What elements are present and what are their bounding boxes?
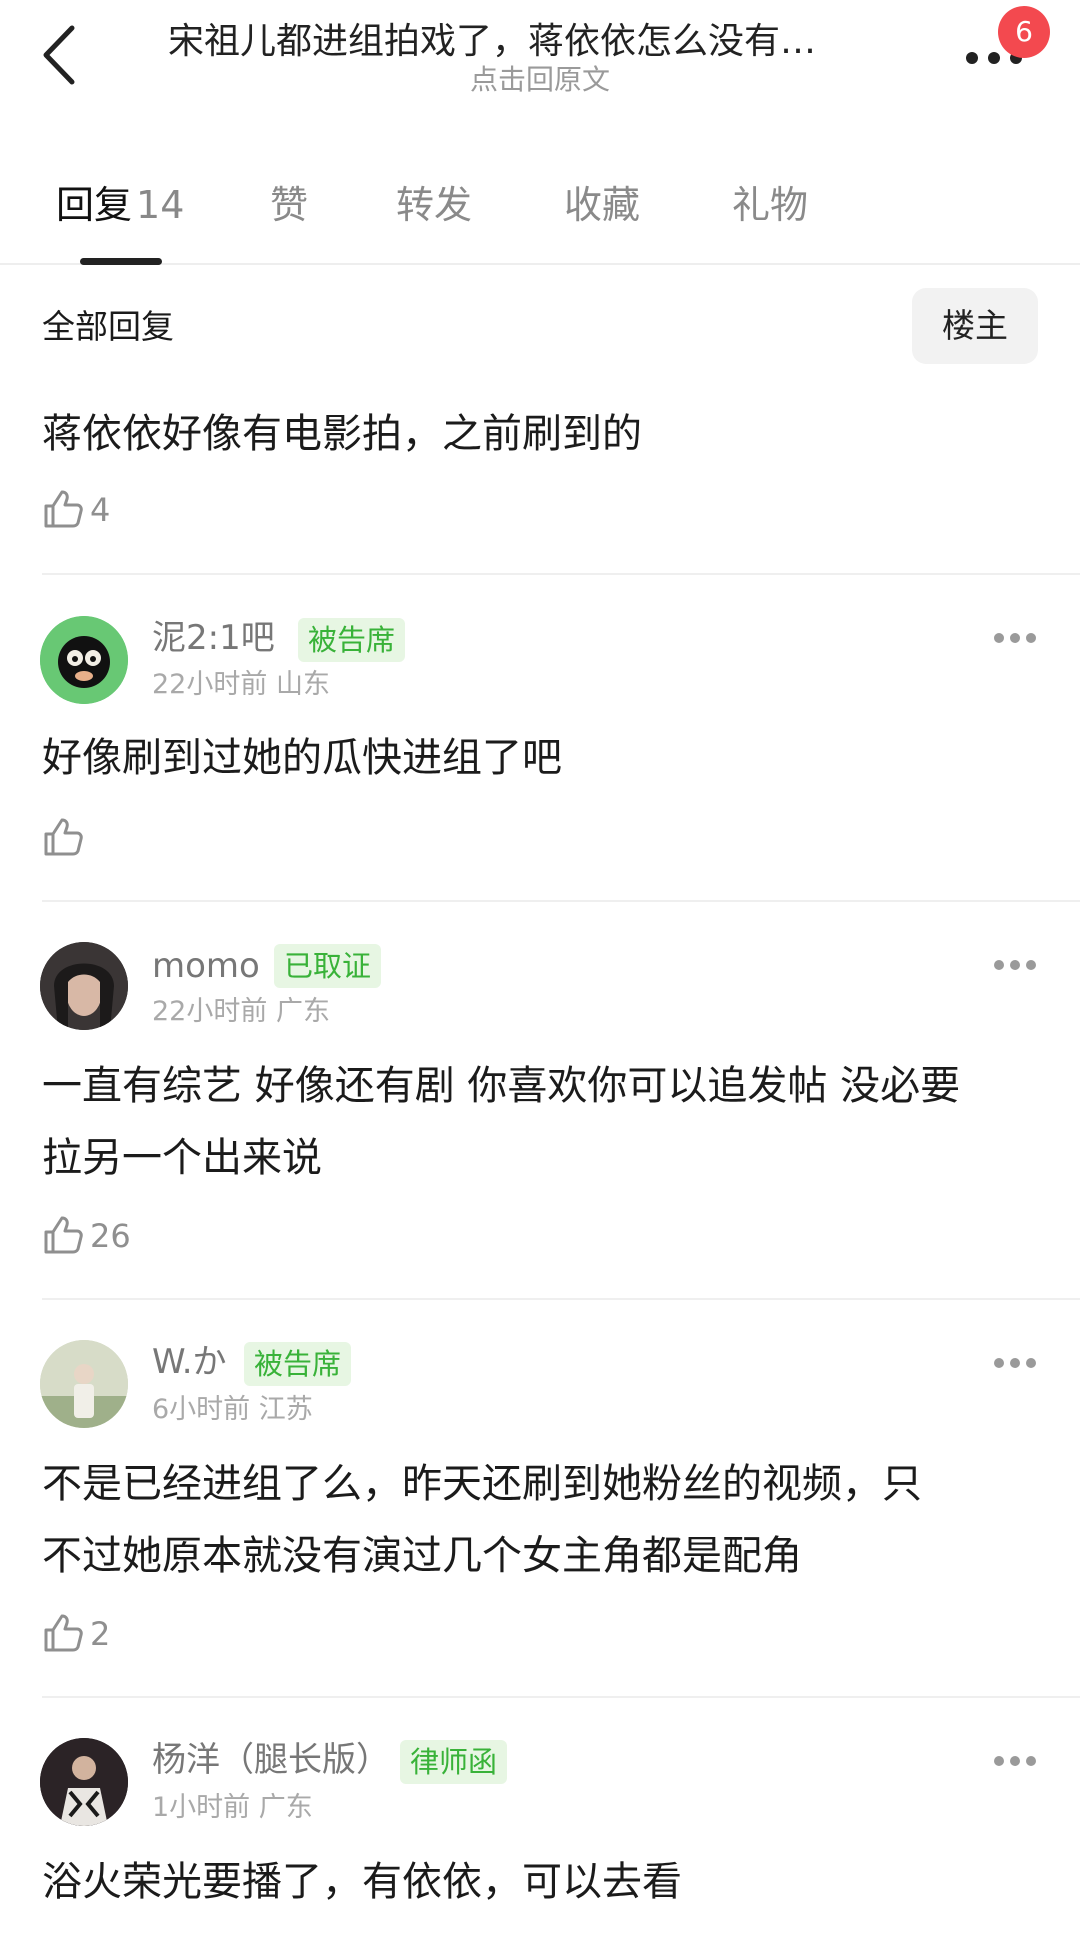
avatar[interactable] <box>40 1738 128 1826</box>
reply-text: 蒋依依好像有电影拍，之前刷到的 <box>42 411 642 457</box>
tab-bar: 回复 14 赞 转发 收藏 礼物 <box>0 170 1080 265</box>
divider <box>42 1298 1080 1300</box>
comment-time: 6小时前 <box>152 1394 251 1425</box>
tab-favorites[interactable]: 收藏 <box>564 180 640 230</box>
comment-text: 好像刷到过她的瓜快进组了吧 <box>42 735 562 781</box>
dot-icon <box>1010 960 1020 970</box>
comment-time: 1小时前 <box>152 1792 251 1823</box>
comment-more-button[interactable] <box>994 633 1036 645</box>
post-title[interactable]: 宋祖儿都进组拍戏了，蒋依依怎么没有… <box>168 18 918 66</box>
dot-icon <box>1026 633 1036 643</box>
comment-time: 22小时前 <box>152 996 268 1027</box>
thumbs-up-icon <box>44 818 83 856</box>
tab-gifts[interactable]: 礼物 <box>732 180 808 230</box>
op-only-button[interactable]: 楼主 <box>912 288 1038 364</box>
comment-text: 一直有综艺 好像还有剧 你喜欢你可以追发帖 没必要 拉另一个出来说 <box>42 1050 1042 1194</box>
comment-text: 浴火荣光要播了，有依依，可以去看 <box>42 1859 682 1905</box>
dot-icon <box>1026 960 1036 970</box>
avatar[interactable] <box>40 616 128 704</box>
comment-meta: 6小时前 江苏 <box>152 1392 313 1428</box>
user-tag: 被告席 <box>244 1342 352 1386</box>
dot-icon <box>1010 1756 1020 1766</box>
comment-location: 广东 <box>275 996 330 1027</box>
comment-location: 广东 <box>258 1792 313 1823</box>
comment-text-line: 不是已经进组了么，昨天还刷到她粉丝的视频，只 <box>42 1461 922 1507</box>
tab-likes[interactable]: 赞 <box>270 180 308 230</box>
comment-more-button[interactable] <box>994 1756 1036 1768</box>
comment-meta: 22小时前 山东 <box>152 667 330 703</box>
like-count: 4 <box>90 491 111 529</box>
section-title: 全部回复 <box>42 307 174 346</box>
divider <box>42 1696 1080 1698</box>
username[interactable]: 泥2:1吧 <box>152 616 275 660</box>
avatar-image <box>40 1738 128 1826</box>
divider <box>42 900 1080 902</box>
tab-label: 回复 <box>56 183 133 227</box>
thumbs-up-icon <box>44 1216 83 1254</box>
username[interactable]: 杨洋（腿长版） <box>152 1738 390 1782</box>
top-bar: 宋祖儿都进组拍戏了，蒋依依怎么没有… 点击回原文 6 <box>0 0 1080 120</box>
dot-icon <box>1010 1358 1020 1368</box>
tab-count: 14 <box>136 183 185 227</box>
comment-more-button[interactable] <box>994 960 1036 972</box>
thumbs-up-icon <box>44 1614 83 1652</box>
like-count: 2 <box>90 1615 111 1653</box>
comment-text-line: 一直有综艺 好像还有剧 你喜欢你可以追发帖 没必要 <box>42 1063 961 1109</box>
dot-icon <box>994 960 1004 970</box>
back-to-original-link[interactable]: 点击回原文 <box>0 62 1080 98</box>
dot-icon <box>1026 1358 1036 1368</box>
avatar[interactable] <box>40 1340 128 1428</box>
dot-icon <box>1010 633 1020 643</box>
user-tag: 律师函 <box>400 1740 508 1784</box>
dot-icon <box>1026 1756 1036 1766</box>
user-tag: 已取证 <box>274 944 382 988</box>
tab-reposts[interactable]: 转发 <box>396 180 472 230</box>
comment-time: 22小时前 <box>152 669 268 700</box>
comment-location: 山东 <box>275 669 330 700</box>
user-tag: 被告席 <box>298 618 406 662</box>
like-count: 26 <box>90 1217 131 1255</box>
dot-icon <box>994 1358 1004 1368</box>
avatar-image <box>40 1340 128 1428</box>
username[interactable]: momo <box>152 944 260 988</box>
tab-replies[interactable]: 回复 14 <box>56 180 184 230</box>
comment-text: 不是已经进组了么，昨天还刷到她粉丝的视频，只 不过她原本就没有演过几个女主角都是… <box>42 1448 1042 1592</box>
comment-meta: 1小时前 广东 <box>152 1790 313 1826</box>
comment-text-line: 拉另一个出来说 <box>42 1135 322 1181</box>
username[interactable]: W.か <box>152 1340 227 1384</box>
comment-location: 江苏 <box>258 1394 313 1425</box>
dot-icon <box>988 52 1000 64</box>
comment-more-button[interactable] <box>994 1358 1036 1370</box>
dot-icon <box>994 633 1004 643</box>
avatar-image <box>40 616 128 704</box>
thumbs-up-icon <box>44 490 83 528</box>
dot-icon <box>994 1756 1004 1766</box>
divider <box>42 573 1080 575</box>
comment-meta: 22小时前 广东 <box>152 994 330 1030</box>
avatar-image <box>40 942 128 1030</box>
dot-icon <box>966 52 978 64</box>
notification-badge: 6 <box>998 6 1050 58</box>
comment-text-line: 不过她原本就没有演过几个女主角都是配角 <box>42 1533 802 1579</box>
avatar[interactable] <box>40 942 128 1030</box>
active-tab-indicator <box>80 258 162 265</box>
